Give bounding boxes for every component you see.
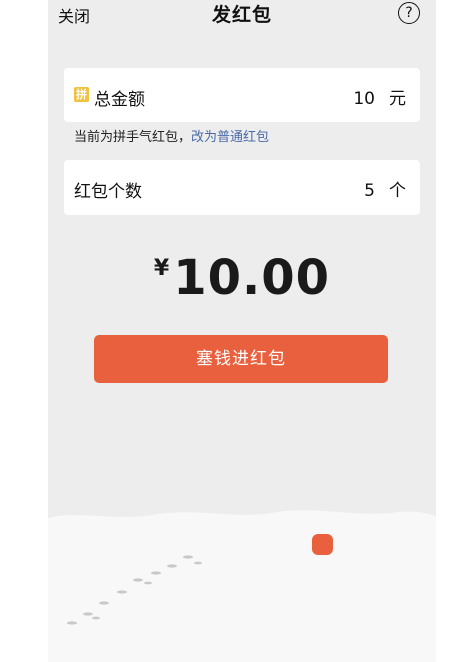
snow-scene-illustration [48,510,436,662]
phone-screen: 关闭 发红包 ? 拼 总金额 10 元 当前为拼手气红包，改为普通红包 红包个数 … [48,0,436,662]
total-amount-card[interactable]: 拼 总金额 10 元 [64,68,420,122]
snow-ground [48,510,436,662]
packet-type-text: 当前为拼手气红包， [74,130,192,145]
packet-count-field[interactable]: 5个 [364,176,406,201]
packet-count-unit: 个 [389,181,406,201]
total-amount-field[interactable]: 10 元 [353,84,406,109]
page-title: 发红包 [211,4,272,26]
total-amount-value: 10 [353,89,375,109]
total-amount-label: 总金额 [94,90,145,110]
currency-symbol: ¥ [153,256,170,281]
send-red-packet-button[interactable]: 塞钱进红包 [94,335,388,383]
packet-count-card[interactable]: 红包个数 5个 [64,160,420,215]
switch-normal-packet-link[interactable]: 改为普通红包 [191,130,269,145]
pin-badge-icon: 拼 [74,87,89,102]
packet-count-label: 红包个数 [74,182,142,202]
amount-display: ¥10.00 [48,250,436,306]
amount-value: 10.00 [173,250,331,306]
packet-type-hint: 当前为拼手气红包，改为普通红包 [74,126,269,145]
red-packet-marker [312,534,333,555]
total-amount-unit: 元 [389,89,406,109]
question-circle-icon[interactable]: ? [398,2,420,24]
packet-count-value: 5 [364,181,375,201]
nav-bar: 关闭 发红包 ? [48,0,436,30]
